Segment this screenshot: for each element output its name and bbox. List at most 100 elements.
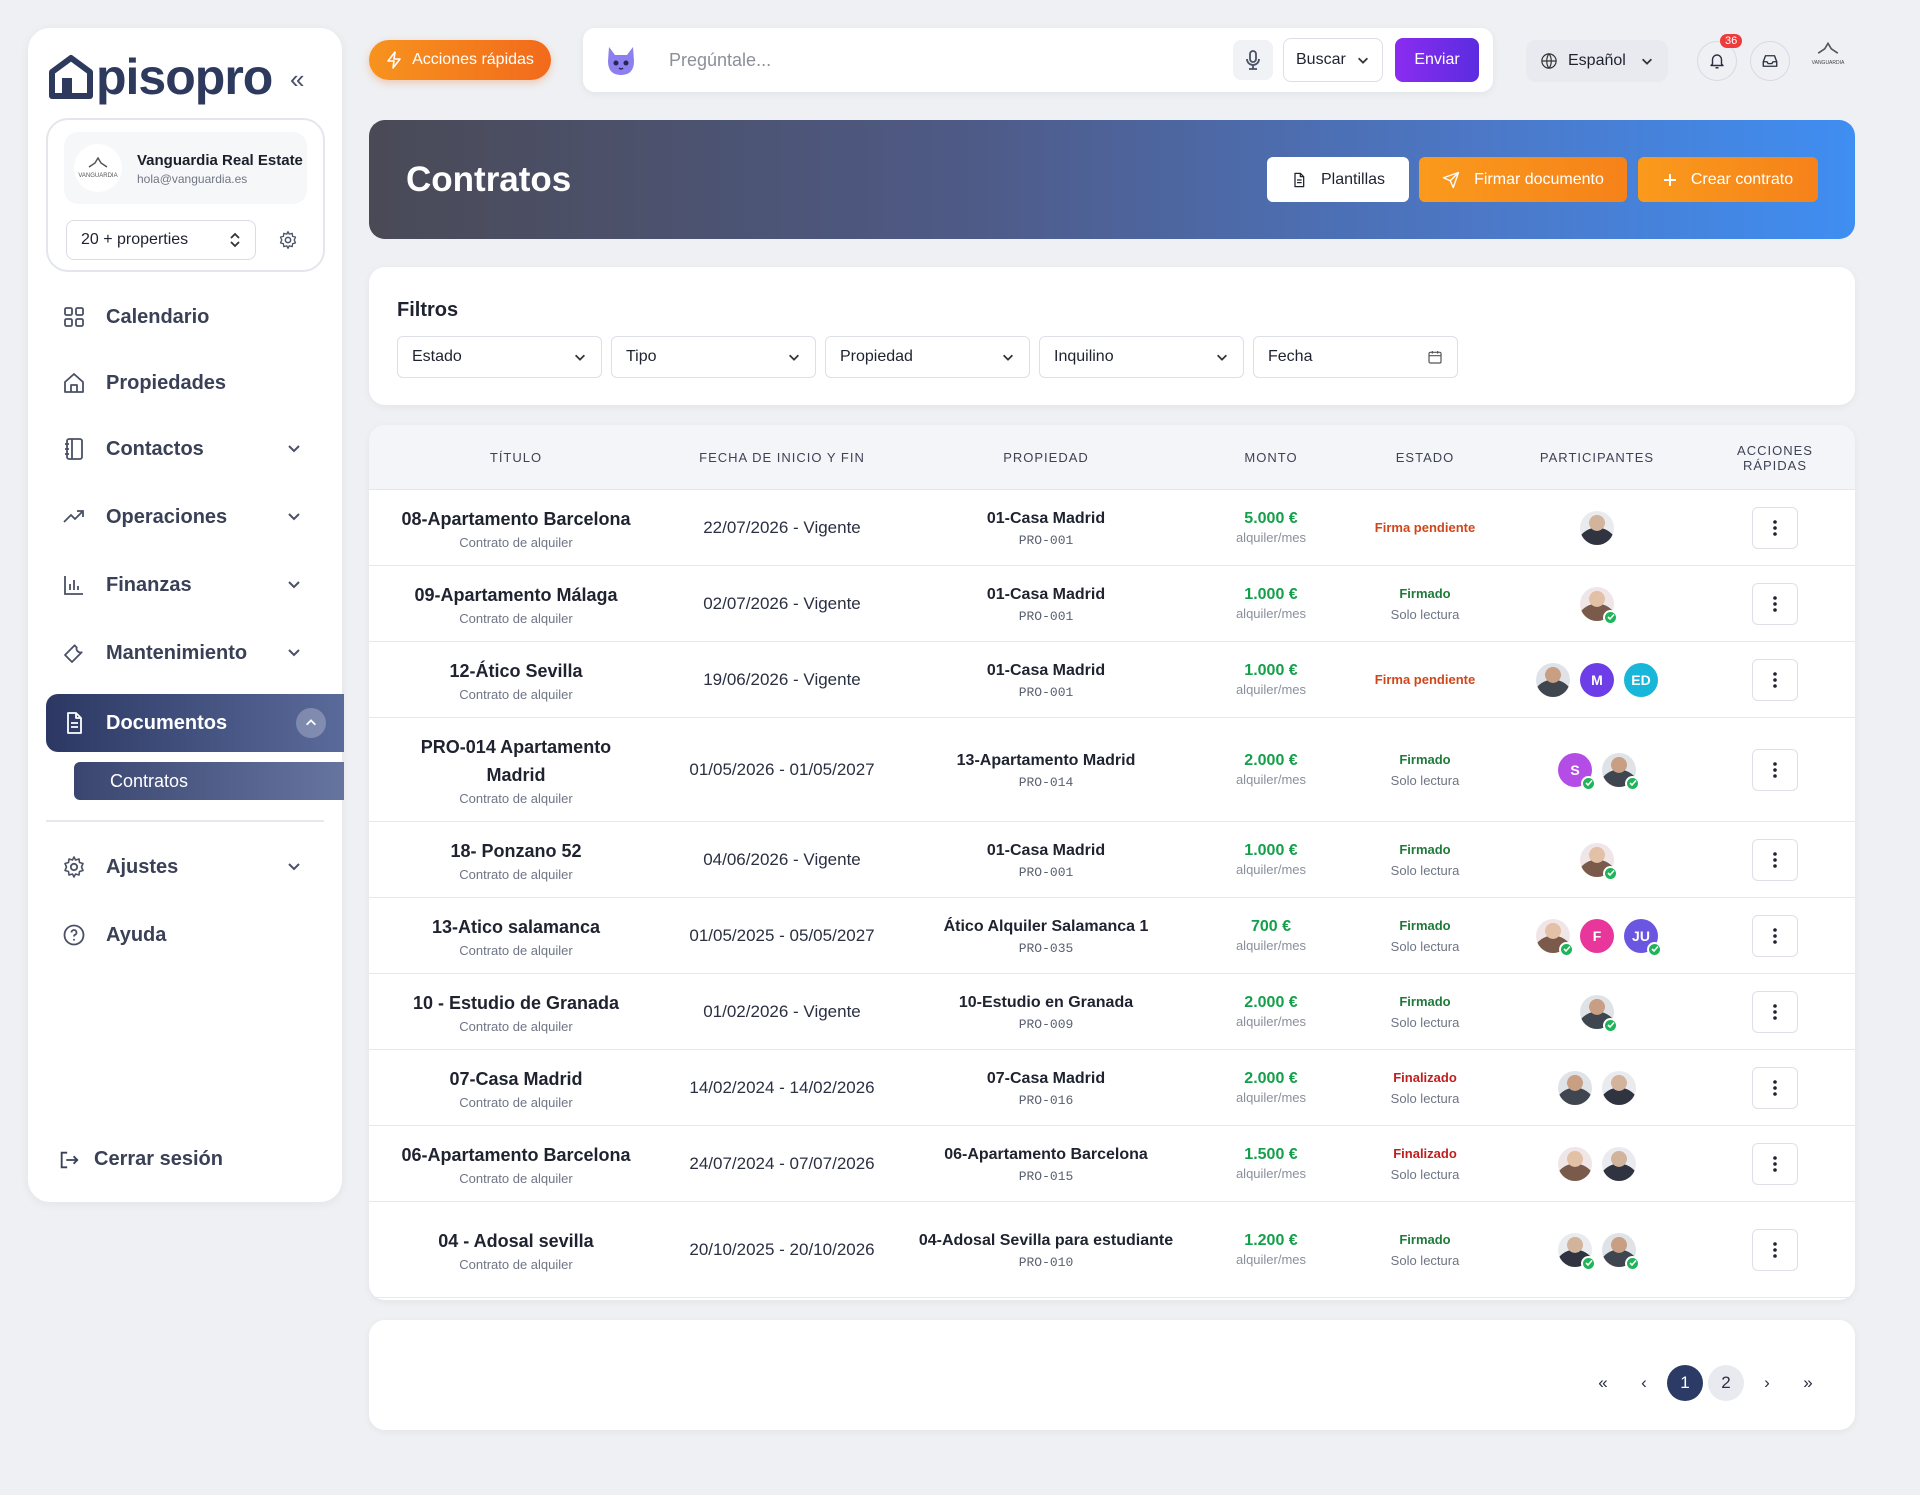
participant-avatar[interactable]: [1602, 1070, 1636, 1105]
table-row[interactable]: 10 - Estudio de Granada Contrato de alqui…: [369, 974, 1855, 1050]
participant-avatar[interactable]: [1558, 1070, 1592, 1105]
first-page-button[interactable]: «: [1585, 1365, 1621, 1401]
property-name[interactable]: 10-Estudio en Granada: [959, 991, 1133, 1015]
properties-select[interactable]: 20 + properties: [66, 220, 256, 260]
cell-title[interactable]: 07-Casa Madrid Contrato de alquiler: [389, 1050, 643, 1125]
property-name[interactable]: Ático Alquiler Salamanca 1: [944, 915, 1149, 939]
next-page-button[interactable]: ›: [1749, 1365, 1785, 1401]
cell-title[interactable]: 06-Apartamento Barcelona Contrato de alqu…: [389, 1126, 643, 1201]
participant-avatar[interactable]: [1558, 1232, 1596, 1271]
row-actions-button[interactable]: [1752, 506, 1798, 549]
sidebar-item-contactos[interactable]: Contactos: [46, 420, 324, 478]
contract-title[interactable]: 13-Atico salamanca: [432, 913, 600, 941]
user-avatar[interactable]: VANGUARDIA: [1802, 42, 1854, 78]
participant-avatar[interactable]: ED: [1624, 662, 1658, 697]
row-actions-button[interactable]: [1752, 838, 1798, 881]
filter-propiedad[interactable]: Propiedad: [825, 336, 1030, 378]
participant-avatar[interactable]: [1536, 918, 1574, 957]
sign-document-button[interactable]: Firmar documento: [1419, 157, 1627, 202]
contract-title[interactable]: 04 - Adosal sevilla: [438, 1227, 593, 1255]
row-actions-button[interactable]: [1752, 658, 1798, 701]
row-actions-button[interactable]: [1752, 914, 1798, 957]
participant-avatar[interactable]: [1602, 752, 1640, 791]
filter-inquilino[interactable]: Inquilino: [1039, 336, 1244, 378]
language-select[interactable]: Español: [1526, 40, 1668, 82]
column-header-fechas[interactable]: FECHA DE INICIO Y FIN: [663, 425, 901, 490]
row-actions-button[interactable]: [1752, 1066, 1798, 1109]
property-name[interactable]: 01-Casa Madrid: [987, 659, 1105, 683]
cell-title[interactable]: 10 - Estudio de Granada Contrato de alqui…: [389, 974, 643, 1049]
participant-avatar[interactable]: [1580, 842, 1618, 881]
participant-avatar[interactable]: S: [1558, 752, 1596, 791]
sidebar-item-calendario[interactable]: Calendario: [46, 288, 324, 346]
previous-page-button[interactable]: ‹: [1626, 1365, 1662, 1401]
participant-avatar[interactable]: [1602, 1146, 1636, 1181]
contract-title[interactable]: 10 - Estudio de Granada: [413, 989, 619, 1017]
participant-avatar[interactable]: [1558, 1146, 1592, 1181]
page-2-button[interactable]: 2: [1708, 1365, 1744, 1401]
table-row[interactable]: 04 - Adosal sevilla Contrato de alquiler 2…: [369, 1202, 1855, 1298]
contract-title[interactable]: PRO-014 Apartamento Madrid: [389, 733, 643, 789]
row-actions-button[interactable]: [1752, 1142, 1798, 1185]
property-name[interactable]: 06-Apartamento Barcelona: [944, 1143, 1148, 1167]
contract-title[interactable]: 12-Ático Sevilla: [449, 657, 582, 685]
contract-title[interactable]: 08-Apartamento Barcelona: [401, 505, 630, 533]
column-header-estado[interactable]: ESTADO: [1351, 425, 1499, 490]
property-name[interactable]: 04-Adosal Sevilla para estudiante: [919, 1229, 1173, 1253]
table-row[interactable]: 18- Ponzano 52 Contrato de alquiler 04/06/…: [369, 822, 1855, 898]
property-name[interactable]: 01-Casa Madrid: [987, 839, 1105, 863]
last-page-button[interactable]: »: [1790, 1365, 1826, 1401]
contract-title[interactable]: 07-Casa Madrid: [449, 1065, 582, 1093]
participant-avatar[interactable]: [1536, 662, 1570, 697]
row-actions-button[interactable]: [1752, 1228, 1798, 1271]
contract-title[interactable]: 09-Apartamento Málaga: [414, 581, 617, 609]
table-row[interactable]: 09-Apartamento Málaga Contrato de alquile…: [369, 566, 1855, 642]
participant-avatar[interactable]: [1580, 586, 1618, 625]
ai-search-input[interactable]: [669, 44, 1189, 76]
table-row[interactable]: 13-Atico salamanca Contrato de alquiler 01…: [369, 898, 1855, 974]
quick-actions-button[interactable]: Acciones rápidas: [369, 40, 551, 80]
sidebar-subitem-contratos[interactable]: Contratos: [74, 762, 344, 800]
cell-title[interactable]: 09-Apartamento Málaga Contrato de alquile…: [389, 566, 643, 641]
cell-title[interactable]: 04 - Adosal sevilla Contrato de alquiler: [389, 1202, 643, 1297]
sidebar-item-documentos[interactable]: Documentos: [46, 694, 344, 752]
table-row[interactable]: 06-Apartamento Barcelona Contrato de alqu…: [369, 1126, 1855, 1202]
sidebar-item-finanzas[interactable]: Finanzas: [46, 556, 324, 614]
cell-title[interactable]: 08-Apartamento Barcelona Contrato de alqu…: [389, 490, 643, 565]
property-name[interactable]: 01-Casa Madrid: [987, 507, 1105, 531]
cell-title[interactable]: 12-Ático Sevilla Contrato de alquiler: [389, 642, 643, 717]
templates-button[interactable]: Plantillas: [1267, 157, 1409, 202]
property-name[interactable]: 13-Apartamento Madrid: [957, 749, 1136, 773]
row-actions-button[interactable]: [1752, 748, 1798, 791]
collapse-documentos-button[interactable]: [296, 708, 326, 738]
sidebar-item-ajustes[interactable]: Ajustes: [46, 838, 324, 896]
table-row[interactable]: 12-Ático Sevilla Contrato de alquiler 19/0…: [369, 642, 1855, 718]
send-button[interactable]: Enviar: [1395, 38, 1479, 82]
participant-avatar[interactable]: F: [1580, 918, 1614, 953]
column-header-participantes[interactable]: PARTICIPANTES: [1499, 425, 1695, 490]
app-logo[interactable]: pisopro: [48, 52, 273, 102]
contract-title[interactable]: 18- Ponzano 52: [450, 837, 581, 865]
property-name[interactable]: 01-Casa Madrid: [987, 583, 1105, 607]
sidebar-item-mantenimiento[interactable]: Mantenimiento: [46, 624, 324, 682]
participant-avatar[interactable]: [1580, 510, 1614, 545]
search-mode-select[interactable]: Buscar: [1283, 38, 1383, 82]
cell-title[interactable]: 18- Ponzano 52 Contrato de alquiler: [389, 822, 643, 897]
sidebar-item-operaciones[interactable]: Operaciones: [46, 488, 324, 546]
row-actions-button[interactable]: [1752, 582, 1798, 625]
column-header-monto[interactable]: MONTO: [1191, 425, 1351, 490]
cell-title[interactable]: PRO-014 Apartamento Madrid Contrato de al…: [389, 718, 643, 821]
column-header-propiedad[interactable]: PROPIEDAD: [901, 425, 1191, 490]
participant-avatar[interactable]: [1580, 994, 1618, 1033]
create-contract-button[interactable]: Crear contrato: [1638, 157, 1818, 202]
table-row[interactable]: 07-Casa Madrid Contrato de alquiler 14/02/…: [369, 1050, 1855, 1126]
logout-button[interactable]: Cerrar sesión: [58, 1148, 223, 1171]
filter-tipo[interactable]: Tipo: [611, 336, 816, 378]
sidebar-item-ayuda[interactable]: Ayuda: [46, 906, 324, 964]
account-info[interactable]: VANGUARDIA Vanguardia Real Estate hola@v…: [64, 132, 307, 204]
filter-fecha[interactable]: Fecha: [1253, 336, 1458, 378]
property-name[interactable]: 07-Casa Madrid: [987, 1067, 1105, 1091]
account-settings-gear-icon[interactable]: [278, 230, 298, 250]
table-row[interactable]: PRO-014 Apartamento Madrid Contrato de al…: [369, 718, 1855, 822]
notifications-button[interactable]: 36: [1697, 34, 1743, 81]
